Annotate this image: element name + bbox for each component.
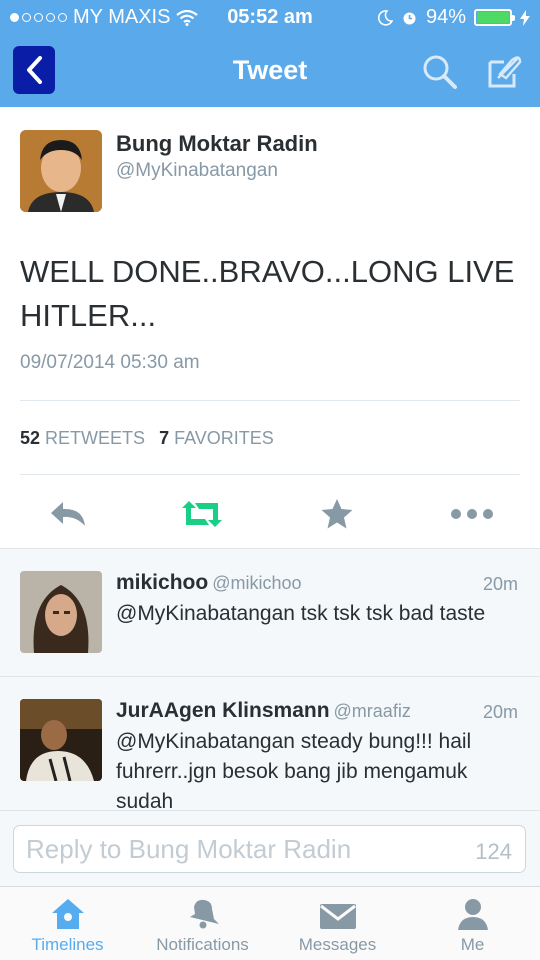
reply-author-name: JurAAgen Klinsmann: [116, 699, 330, 722]
reply-char-count: 124: [475, 839, 512, 864]
tab-label: Me: [460, 935, 485, 954]
favorite-count: 7: [159, 428, 170, 448]
reply-author-handle: @mikichoo: [212, 573, 302, 593]
tab-label: Notifications: [156, 935, 249, 954]
home-icon: [51, 899, 84, 929]
divider: [0, 676, 540, 677]
reply-avatar[interactable]: [20, 571, 102, 653]
retweet-label: RETWEETS: [45, 428, 146, 448]
status-bar: MY MAXIS 05:52 am 94%: [0, 0, 540, 36]
author-avatar[interactable]: [20, 130, 102, 212]
person-icon: [457, 899, 488, 930]
reply-input[interactable]: [13, 825, 526, 873]
tab-label: Timelines: [31, 935, 104, 954]
tweet-actions: [0, 490, 540, 536]
retweet-button[interactable]: [177, 494, 227, 534]
retweet-icon: [182, 501, 222, 527]
alarm-icon: [403, 12, 416, 25]
envelope-icon: [319, 904, 356, 929]
tab-label: Messages: [298, 935, 377, 954]
favorite-label: FAVORITES: [174, 428, 274, 448]
author-name[interactable]: Bung Moktar Radin: [116, 131, 318, 157]
reply-author-name: mikichoo: [116, 571, 209, 594]
favorite-button[interactable]: [312, 494, 362, 534]
tab-messages[interactable]: Messages: [270, 887, 405, 960]
search-icon: [423, 55, 457, 89]
battery-percent: 94%: [425, 6, 466, 28]
reply-time: 20m: [482, 574, 518, 594]
tab-me[interactable]: Me: [405, 887, 540, 960]
tweet-stats: 52 RETWEETS 7 FAVORITES: [20, 428, 274, 449]
author-handle[interactable]: @MyKinabatangan: [116, 160, 278, 182]
status-right: 94%: [377, 6, 530, 29]
reply-button[interactable]: [43, 494, 93, 534]
more-button[interactable]: [447, 494, 497, 534]
tweet-text: WELL DONE..BRAVO...LONG LIVE HITLER...: [20, 254, 515, 333]
more-icon: [451, 509, 493, 519]
reply-avatar-image: [20, 699, 102, 781]
tab-bar: Timelines Notifications Messages Me: [0, 886, 540, 960]
divider: [20, 474, 520, 475]
tweet-timestamp: 09/07/2014 05:30 am: [20, 352, 200, 373]
reply-text: @MyKinabatangan steady bung!!! hail fuhr…: [116, 730, 472, 813]
reply-author[interactable]: JurAAgen Klinsmann @mraafiz: [116, 699, 411, 723]
reply-time: 20m: [482, 702, 518, 722]
charging-bolt-icon: [520, 9, 530, 26]
reply-avatar[interactable]: [20, 699, 102, 781]
reply-avatar-image: [20, 571, 102, 653]
compose-icon: [488, 56, 522, 88]
retweet-count: 52: [20, 428, 41, 448]
reply-composer: 124: [0, 810, 540, 886]
reply-author[interactable]: mikichoo @mikichoo: [116, 571, 301, 595]
divider: [20, 400, 520, 401]
retweets-stat[interactable]: 52 RETWEETS: [20, 428, 145, 449]
tab-notifications[interactable]: Notifications: [135, 887, 270, 960]
tab-timelines[interactable]: Timelines: [0, 887, 135, 960]
replies-list: mikichoo @mikichoo 20m @MyKinabatangan ts…: [0, 548, 540, 813]
compose-button[interactable]: [484, 52, 524, 92]
bell-icon: [189, 899, 219, 929]
search-button[interactable]: [420, 52, 460, 92]
top-bar: MY MAXIS 05:52 am 94% Tweet: [0, 0, 540, 107]
battery-icon: [474, 9, 515, 26]
author-avatar-image: [20, 130, 102, 212]
reply-icon: [51, 502, 85, 526]
moon-icon: [377, 9, 393, 26]
favorites-stat[interactable]: 7 FAVORITES: [159, 428, 274, 449]
favorite-star-icon: [321, 499, 353, 529]
reply-author-handle: @mraafiz: [333, 701, 411, 721]
reply-text: @MyKinabatangan tsk tsk tsk bad taste: [116, 602, 486, 625]
